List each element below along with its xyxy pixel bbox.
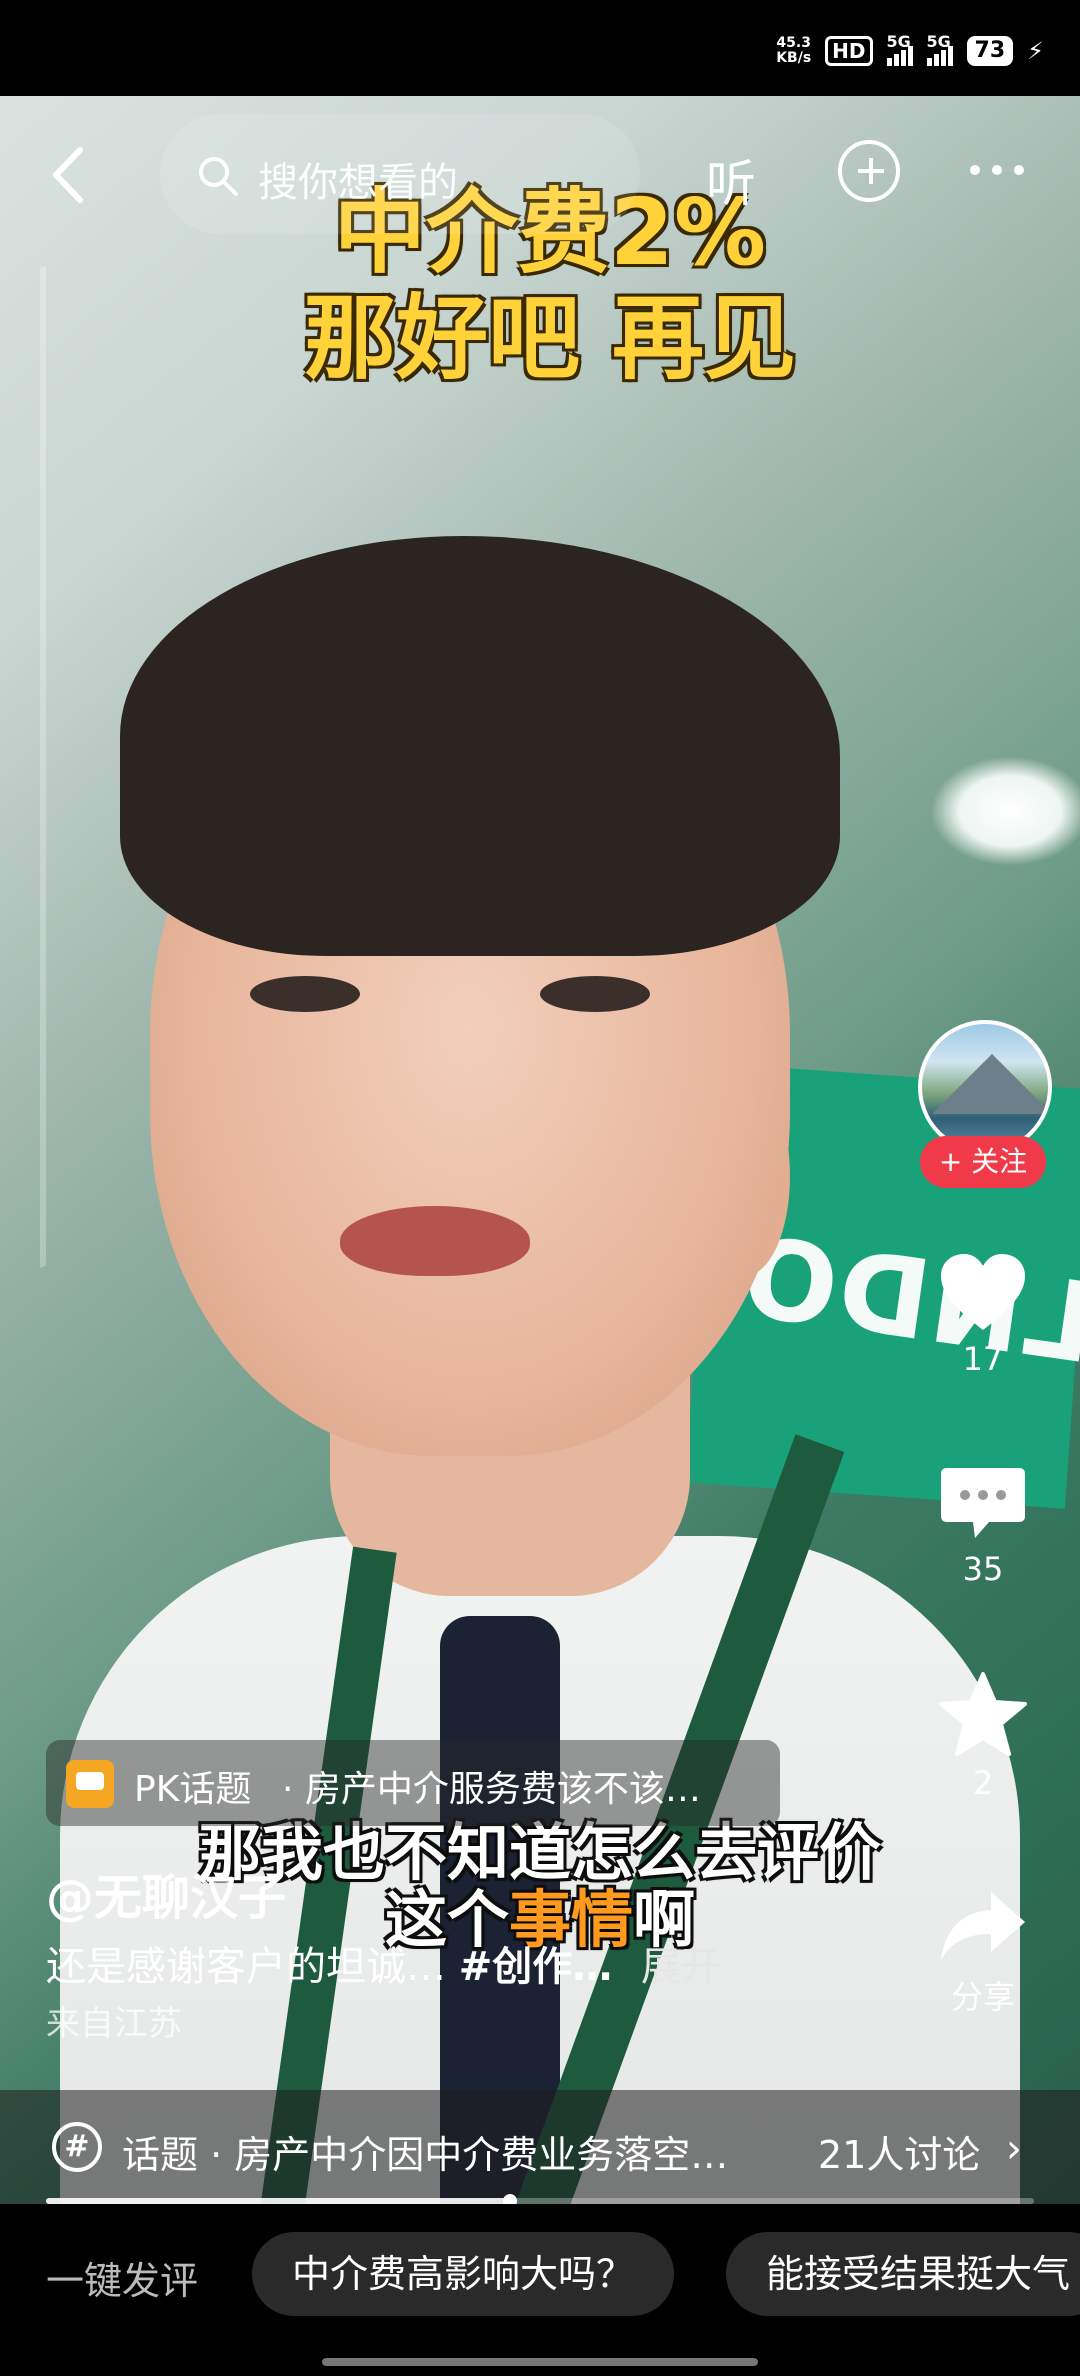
ceiling-light <box>930 756 1080 866</box>
location-label: 来自江苏 <box>46 2004 182 2044</box>
eye-right <box>540 976 650 1012</box>
more-options-icon[interactable] <box>970 140 1040 200</box>
chevron-right-icon: › <box>1006 2126 1022 2172</box>
person-mouth <box>340 1206 530 1276</box>
topic-count: 21人讨论 <box>818 2133 981 2177</box>
quick-comment-bar: 一键发评 中介费高影响大吗？ 能接受结果挺大气 <box>0 2204 1080 2344</box>
comment-icon <box>941 1468 1025 1538</box>
signal-label-2: 5G <box>926 32 951 51</box>
quick-comment-chip[interactable]: 中介费高影响大吗？ <box>252 2232 675 2316</box>
search-bar[interactable]: 搜你想看的 <box>160 114 640 234</box>
author-avatar[interactable] <box>918 1020 1052 1154</box>
search-icon <box>199 157 238 196</box>
follow-button[interactable]: + 关注 <box>920 1136 1046 1188</box>
heart-icon <box>941 1254 1025 1330</box>
topic-bar[interactable]: # 话题 · 房产中介因中介费业务落空… 21人讨论 › <box>0 2090 1080 2204</box>
quick-comment-chip[interactable]: 能接受结果挺大气 <box>726 2232 1080 2316</box>
like-button[interactable]: 17 <box>920 1250 1046 1378</box>
signal-icon: 5G <box>886 32 913 66</box>
topic-text: 话题 · 房产中介因中介费业务落空… <box>122 2133 729 2177</box>
expand-button[interactable]: 展开 <box>641 1944 721 1990</box>
signal-icon-2: 5G <box>926 32 953 66</box>
listen-button[interactable]: 听 <box>706 144 756 216</box>
comment-count: 35 <box>962 1550 1004 1588</box>
battery-icon: 73 <box>966 36 1014 66</box>
status-icons: 45.3 KB/s HD 5G 5G 73 ⚡ <box>776 32 1044 66</box>
favorite-count: 2 <box>972 1764 994 1802</box>
video-title-line2: 那好吧 再见 <box>303 284 797 392</box>
pk-topic-title: PK话题 <box>134 1769 252 1810</box>
star-icon <box>939 1672 1027 1756</box>
video-description[interactable]: 还是感谢客户的坦诚… #创作… 展开 <box>46 1934 721 1992</box>
top-bar: 搜你想看的 听 <box>0 110 1080 240</box>
quick-comment-label[interactable]: 一键发评 <box>46 2250 198 2305</box>
add-button[interactable] <box>838 140 900 202</box>
network-speed-unit: KB/s <box>776 50 812 66</box>
eye-left <box>250 976 360 1012</box>
chevron-left-icon <box>53 147 83 203</box>
author-name[interactable]: @无聊汉子 <box>46 1858 286 1928</box>
like-count: 17 <box>962 1340 1004 1378</box>
charging-icon: ⚡ <box>1027 37 1044 65</box>
chat-bubble-icon <box>66 1760 114 1808</box>
status-bar: 45.3 KB/s HD 5G 5G 73 ⚡ <box>0 0 1080 96</box>
favorite-button[interactable]: 2 <box>920 1670 1046 1802</box>
person-hair <box>120 536 840 956</box>
hd-voice-icon: HD <box>825 36 873 66</box>
network-speed-value: 45.3 <box>776 35 811 51</box>
home-indicator[interactable] <box>322 2358 758 2366</box>
signal-label: 5G <box>886 32 911 51</box>
hashtag-link[interactable]: #创作… <box>459 1944 613 1990</box>
back-button[interactable] <box>40 140 100 210</box>
comment-button[interactable]: 35 <box>920 1464 1046 1588</box>
pk-topic-text: · 房产中介服务费该不该… <box>282 1769 701 1810</box>
screen: 45.3 KB/s HD 5G 5G 73 ⚡ DILNDO 中介费2% 那好吧… <box>0 0 1080 2376</box>
search-placeholder: 搜你想看的 <box>258 160 458 206</box>
pk-topic-tag[interactable]: PK话题 · 房产中介服务费该不该… <box>46 1740 780 1826</box>
description-text: 还是感谢客户的坦诚… <box>46 1944 446 1990</box>
share-label: 分享 <box>950 1978 1015 2016</box>
hashtag-icon: # <box>52 2122 102 2172</box>
network-speed: 45.3 KB/s <box>776 36 811 66</box>
